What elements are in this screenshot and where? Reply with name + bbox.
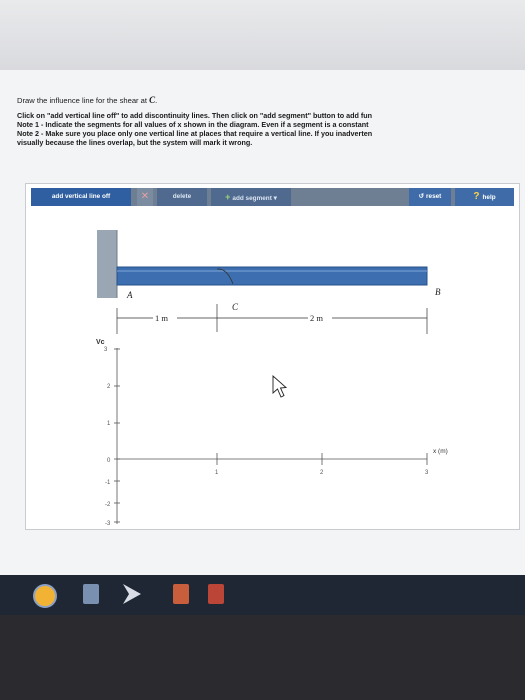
reset-icon: ↺ xyxy=(418,193,425,200)
question-text: Draw the influence line for the shear at… xyxy=(17,96,158,105)
toolbar: add vertical line off ✕ delete + add segm… xyxy=(31,188,514,206)
note-2: Note 2 - Make sure you place only one ve… xyxy=(17,129,373,138)
note-1: Note 1 - Indicate the segments for all v… xyxy=(17,120,369,129)
y-axis-label: Vc xyxy=(96,339,105,346)
close-icon[interactable]: ✕ xyxy=(137,188,153,206)
mouse-cursor-icon xyxy=(272,375,288,398)
y-ticks: 3 2 1 0 -1 -2 -3 xyxy=(104,347,120,526)
media-player-icon[interactable] xyxy=(123,584,141,604)
desk-surface xyxy=(0,615,525,700)
add-segment-label: add segment xyxy=(232,195,272,202)
label-b: B xyxy=(435,287,441,297)
file-explorer-icon[interactable] xyxy=(83,584,99,604)
y-tick-label: 0 xyxy=(107,458,111,464)
grid-app-icon[interactable] xyxy=(208,584,224,604)
chevron-down-icon: ▾ xyxy=(273,195,277,202)
delete-button[interactable]: delete xyxy=(157,188,207,206)
browser-app-icon[interactable] xyxy=(33,584,57,608)
y-tick-label: 3 xyxy=(104,347,108,353)
influence-line-app: add vertical line off ✕ delete + add segm… xyxy=(25,183,520,530)
instruction-line-1: Click on "add vertical line off" to add … xyxy=(17,111,373,120)
y-tick-label: -3 xyxy=(105,521,111,526)
help-button[interactable]: ? help xyxy=(455,188,514,206)
taskbar xyxy=(0,575,525,615)
presentation-app-icon[interactable] xyxy=(173,584,189,604)
reset-label: reset xyxy=(426,193,442,200)
add-vertical-line-button[interactable]: add vertical line off xyxy=(31,188,131,206)
beam xyxy=(116,266,428,286)
plus-icon: + xyxy=(225,192,231,202)
label-c: C xyxy=(232,302,239,312)
y-tick-label: -2 xyxy=(105,502,111,508)
add-segment-button[interactable]: + add segment ▾ xyxy=(211,188,291,206)
dim-1m: 1 m xyxy=(155,313,168,323)
x-ticks: 1 2 3 xyxy=(215,453,429,476)
y-tick-label: 1 xyxy=(107,421,111,427)
y-tick-label: 2 xyxy=(107,384,111,390)
label-a: A xyxy=(126,290,133,300)
x-axis-label: x (m) xyxy=(433,448,448,455)
reset-button[interactable]: ↺ reset xyxy=(409,188,451,206)
dim-2m: 2 m xyxy=(310,313,323,323)
x-tick-label: 1 xyxy=(215,470,219,476)
help-label: help xyxy=(482,194,496,201)
y-tick-label: -1 xyxy=(105,480,111,486)
browser-page: Draw the influence line for the shear at… xyxy=(0,70,525,575)
help-icon: ? xyxy=(473,191,480,202)
instructions: Draw the influence line for the shear at… xyxy=(17,96,525,147)
note-2-continued: visually because the lines overlap, but … xyxy=(17,138,253,147)
fixed-support-wall xyxy=(97,230,117,298)
x-tick-label: 2 xyxy=(320,470,324,476)
monitor-bezel xyxy=(0,0,525,70)
drawing-canvas[interactable]: A B C 1 m 2 m Vc x (m) 3 2 1 0 -1 -2 -3 … xyxy=(31,208,514,526)
x-tick-label: 3 xyxy=(425,470,429,476)
